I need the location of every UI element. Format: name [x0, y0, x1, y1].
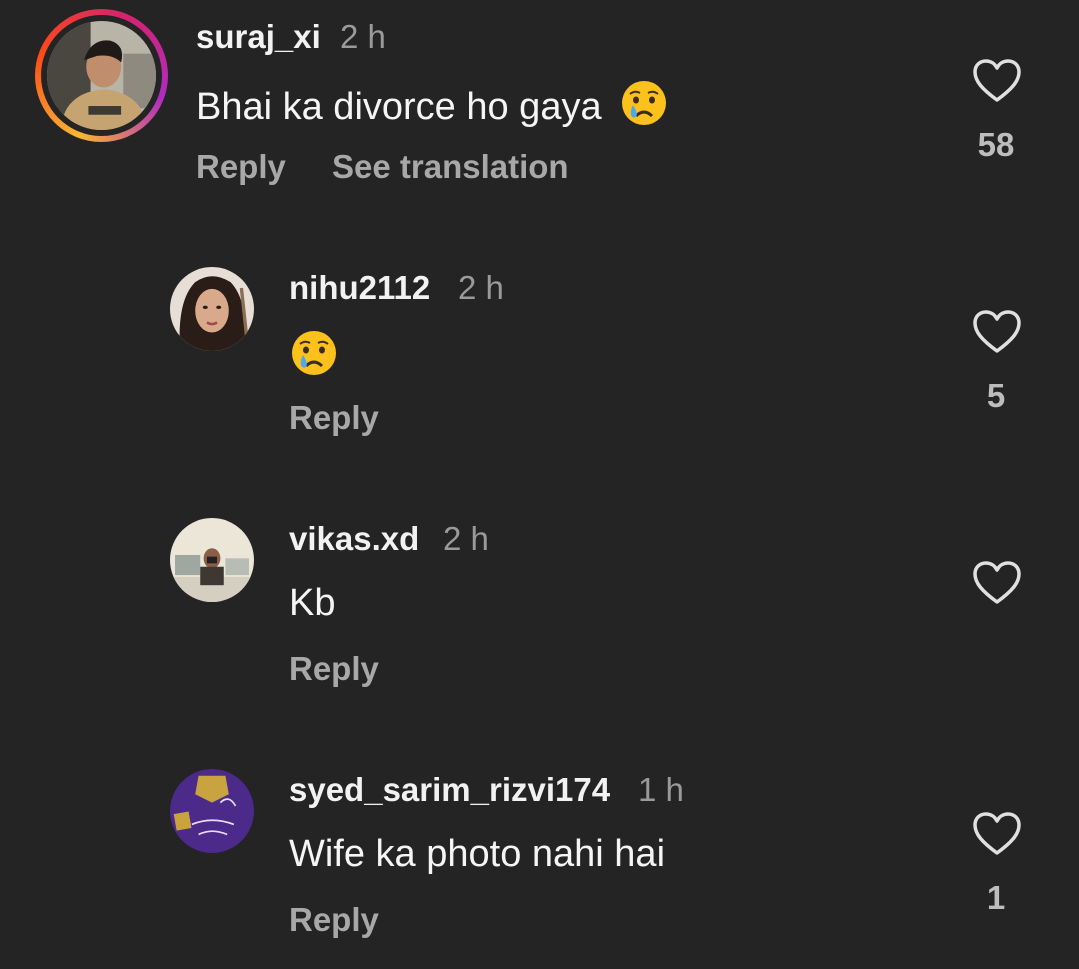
comment-username[interactable]: suraj_xi	[196, 18, 321, 56]
comment-item: nihu2112 2 h Reply 5	[0, 251, 1079, 481]
comment-username[interactable]: vikas.xd	[289, 520, 419, 558]
avatar[interactable]	[47, 21, 156, 130]
story-ring[interactable]	[35, 9, 168, 142]
crying-face-emoji	[620, 79, 668, 127]
comment-item: vikas.xd 2 h Kb Reply	[0, 502, 1079, 732]
comment-item: syed_sarim_rizvi174 1 h Wife ka photo na…	[0, 753, 1079, 969]
crying-face-emoji	[290, 329, 338, 377]
avatar[interactable]	[170, 518, 254, 602]
like-count[interactable]: 1	[956, 879, 1036, 917]
comment-time: 2 h	[443, 520, 489, 557]
comment-text: Kb	[289, 582, 336, 624]
comment-time: 2 h	[340, 18, 386, 55]
comment-text: Wife ka photo nahi hai	[289, 833, 666, 875]
like-count[interactable]: 5	[956, 377, 1036, 415]
comment-item: suraj_xi 2 h Bhai ka divorce ho gaya Rep…	[0, 0, 1079, 230]
comment-time: 1 h	[638, 771, 684, 808]
reply-button[interactable]: Reply	[196, 148, 286, 186]
comment-text-content: Bhai ka divorce ho gaya	[196, 86, 602, 128]
see-translation-button[interactable]: See translation	[332, 148, 569, 186]
reply-button[interactable]: Reply	[289, 650, 379, 688]
heart-outline-icon[interactable]	[972, 560, 1022, 606]
like-count[interactable]: 58	[956, 126, 1036, 164]
reply-button[interactable]: Reply	[289, 399, 379, 437]
comments-list: suraj_xi 2 h Bhai ka divorce ho gaya Rep…	[0, 0, 1079, 969]
reply-button[interactable]: Reply	[289, 901, 379, 939]
comment-text: Bhai ka divorce ho gaya	[196, 79, 668, 129]
heart-outline-icon[interactable]	[972, 309, 1022, 355]
avatar[interactable]	[170, 267, 254, 351]
comment-time: 2 h	[458, 269, 504, 306]
comment-username[interactable]: nihu2112	[289, 269, 430, 307]
heart-outline-icon[interactable]	[972, 811, 1022, 857]
comment-username[interactable]: syed_sarim_rizvi174	[289, 771, 610, 809]
avatar[interactable]	[170, 769, 254, 853]
heart-outline-icon[interactable]	[972, 58, 1022, 104]
